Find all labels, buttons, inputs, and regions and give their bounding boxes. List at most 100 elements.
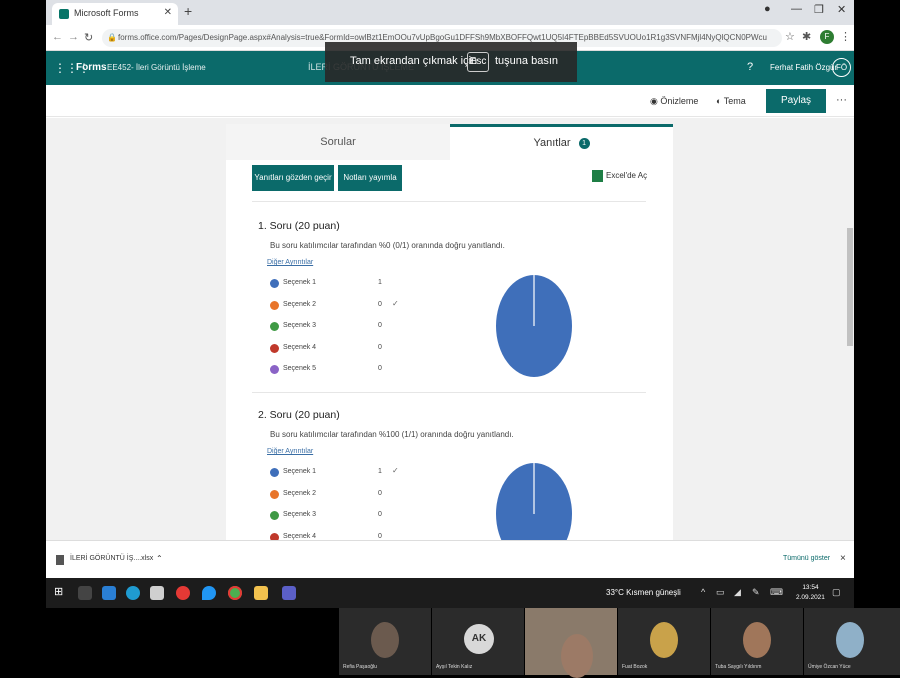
clock-date: 2.09.2021 <box>796 594 825 601</box>
option-label: Seçenek 1 <box>283 279 317 286</box>
tab-responses[interactable]: Yanıtlar 1 <box>450 124 673 160</box>
network-icon[interactable]: ◢ <box>734 587 741 598</box>
browser-tab[interactable]: Microsoft Forms ✕ <box>52 3 178 25</box>
forms-favicon-icon <box>59 9 69 19</box>
participant-tile[interactable]: AK Ayşıl Tekin Kalız <box>432 608 524 675</box>
participant-tile[interactable]: Tuba Saygılı Yıldırım <box>711 608 803 675</box>
browser-window: Microsoft Forms ✕ + ● — ❐ ✕ ← → ↻ 🔒 form… <box>46 0 854 608</box>
tab-questions[interactable]: Sorular <box>226 124 450 160</box>
legend-dot <box>270 301 279 310</box>
responses-card: Sorular Yanıtlar 1 Yanıtları gözden geçir… <box>226 124 673 540</box>
option-row: Seçenek 3 <box>270 510 390 522</box>
store-icon[interactable] <box>150 586 164 600</box>
notifications-icon[interactable]: ▢ <box>832 587 841 598</box>
preview-button[interactable]: ◉ Önizleme <box>650 96 698 107</box>
drop-icon[interactable] <box>202 586 216 600</box>
form-name: EE452- İleri Görüntü İşleme <box>107 63 206 72</box>
clock-time: 13:54 <box>802 584 819 591</box>
record-icon[interactable]: ● <box>764 3 771 15</box>
download-item[interactable]: İLERİ GÖRÜNTÜ İŞ....xlsx ⌃ <box>52 549 170 571</box>
chrome-icon[interactable] <box>228 586 242 600</box>
participant-tile[interactable] <box>525 608 617 678</box>
share-button[interactable]: Paylaş <box>766 89 826 113</box>
participant-photo <box>650 622 678 658</box>
participant-name: Refia Paşaoğlu <box>343 664 377 670</box>
participant-photo <box>743 622 771 658</box>
more-details-link[interactable]: Diğer Ayrıntılar <box>267 259 313 266</box>
taskbar-clock[interactable]: 13:54 2.09.2021 <box>796 583 825 603</box>
profile-avatar[interactable]: F <box>820 30 834 44</box>
more-options-icon[interactable]: ··· <box>836 94 847 106</box>
response-count-badge: 1 <box>578 137 590 149</box>
user-avatar[interactable]: FÖ <box>832 58 851 77</box>
review-answers-button[interactable]: Yanıtları gözden geçir <box>252 165 334 191</box>
keyboard-icon[interactable]: ⌨ <box>770 587 783 598</box>
close-tab-icon[interactable]: ✕ <box>164 7 172 18</box>
new-tab-icon[interactable]: + <box>184 3 192 19</box>
correct-answer-check-icon: ✓ <box>392 299 399 308</box>
show-all-downloads-link[interactable]: Tümünü göster <box>783 555 830 562</box>
preview-label: Önizleme <box>660 96 699 106</box>
task-view-icon[interactable] <box>78 586 92 600</box>
yandex-icon[interactable] <box>176 586 190 600</box>
participant-tile[interactable]: Ümiye Özcan Yüce <box>804 608 900 675</box>
close-window-icon[interactable]: ✕ <box>837 3 846 16</box>
pen-icon[interactable]: ✎ <box>752 587 760 598</box>
page-scrollbar[interactable] <box>846 118 854 540</box>
bookmark-star-icon[interactable]: ☆ <box>785 30 795 43</box>
option-label: Seçenek 5 <box>283 365 317 372</box>
pie-chart <box>496 463 572 540</box>
reload-icon[interactable]: ↻ <box>84 31 93 44</box>
edge-icon[interactable] <box>126 586 140 600</box>
mail-icon[interactable] <box>102 586 116 600</box>
open-in-excel-button[interactable]: Excel'de Aç <box>592 170 647 182</box>
option-row: Seçenek 4 <box>270 343 390 355</box>
more-details-link[interactable]: Diğer Ayrıntılar <box>267 448 313 455</box>
forms-brand[interactable]: Forms <box>76 62 107 73</box>
chevron-up-icon[interactable]: ⌃ <box>156 554 163 563</box>
tab-bar: Microsoft Forms ✕ + ● — ❐ ✕ <box>46 0 854 25</box>
option-label: Seçenek 3 <box>283 322 317 329</box>
legend-dot <box>270 322 279 331</box>
theme-button[interactable]: ◐ Tema <box>716 96 746 106</box>
scrollbar-thumb[interactable] <box>847 228 853 346</box>
extensions-icon[interactable]: ✱ <box>802 30 811 43</box>
option-label: Seçenek 2 <box>283 301 317 308</box>
menu-icon[interactable]: ⋮ <box>840 30 851 43</box>
participant-name: Ayşıl Tekin Kalız <box>436 664 473 670</box>
palette-icon: ◐ <box>716 96 724 106</box>
divider <box>252 201 646 202</box>
windows-start-icon[interactable]: ⊞ <box>54 585 68 599</box>
participant-initials: AK <box>464 624 494 654</box>
minimize-icon[interactable]: — <box>791 3 802 15</box>
weather-widget[interactable]: 33°C Kısmen güneşli <box>606 588 681 597</box>
user-name[interactable]: Ferhat Fatih Özgür <box>770 63 837 72</box>
forward-icon[interactable]: → <box>68 31 79 43</box>
excel-icon <box>592 170 603 182</box>
option-row: Seçenek 3 <box>270 321 390 333</box>
restore-icon[interactable]: ❐ <box>814 3 824 16</box>
option-count: 0 <box>378 322 382 329</box>
pie-chart <box>496 275 572 377</box>
url-text: forms.office.com/Pages/DesignPage.aspx#A… <box>118 33 767 42</box>
option-count: 0 <box>378 301 382 308</box>
help-icon[interactable]: ? <box>747 61 753 73</box>
divider <box>252 392 646 393</box>
option-label: Seçenek 4 <box>283 533 317 540</box>
back-icon[interactable]: ← <box>52 31 63 43</box>
battery-icon[interactable]: ▭ <box>716 587 725 598</box>
lock-icon: 🔒 <box>107 33 117 42</box>
theme-label: Tema <box>723 96 746 106</box>
file-explorer-icon[interactable] <box>254 586 268 600</box>
post-scores-button[interactable]: Notları yayımla <box>338 165 402 191</box>
participant-tile[interactable]: Fuat Bozok <box>618 608 710 675</box>
teams-icon[interactable] <box>282 586 296 600</box>
legend-dot <box>270 468 279 477</box>
close-download-bar-icon[interactable]: × <box>840 553 846 564</box>
participant-tile[interactable]: Refia Paşaoğlu <box>339 608 431 675</box>
legend-dot <box>270 533 279 540</box>
legend-dot <box>270 511 279 520</box>
tray-chevron-icon[interactable]: ^ <box>701 587 705 597</box>
option-row: Seçenek 2 <box>270 489 390 501</box>
option-row: Seçenek 5 <box>270 364 390 376</box>
